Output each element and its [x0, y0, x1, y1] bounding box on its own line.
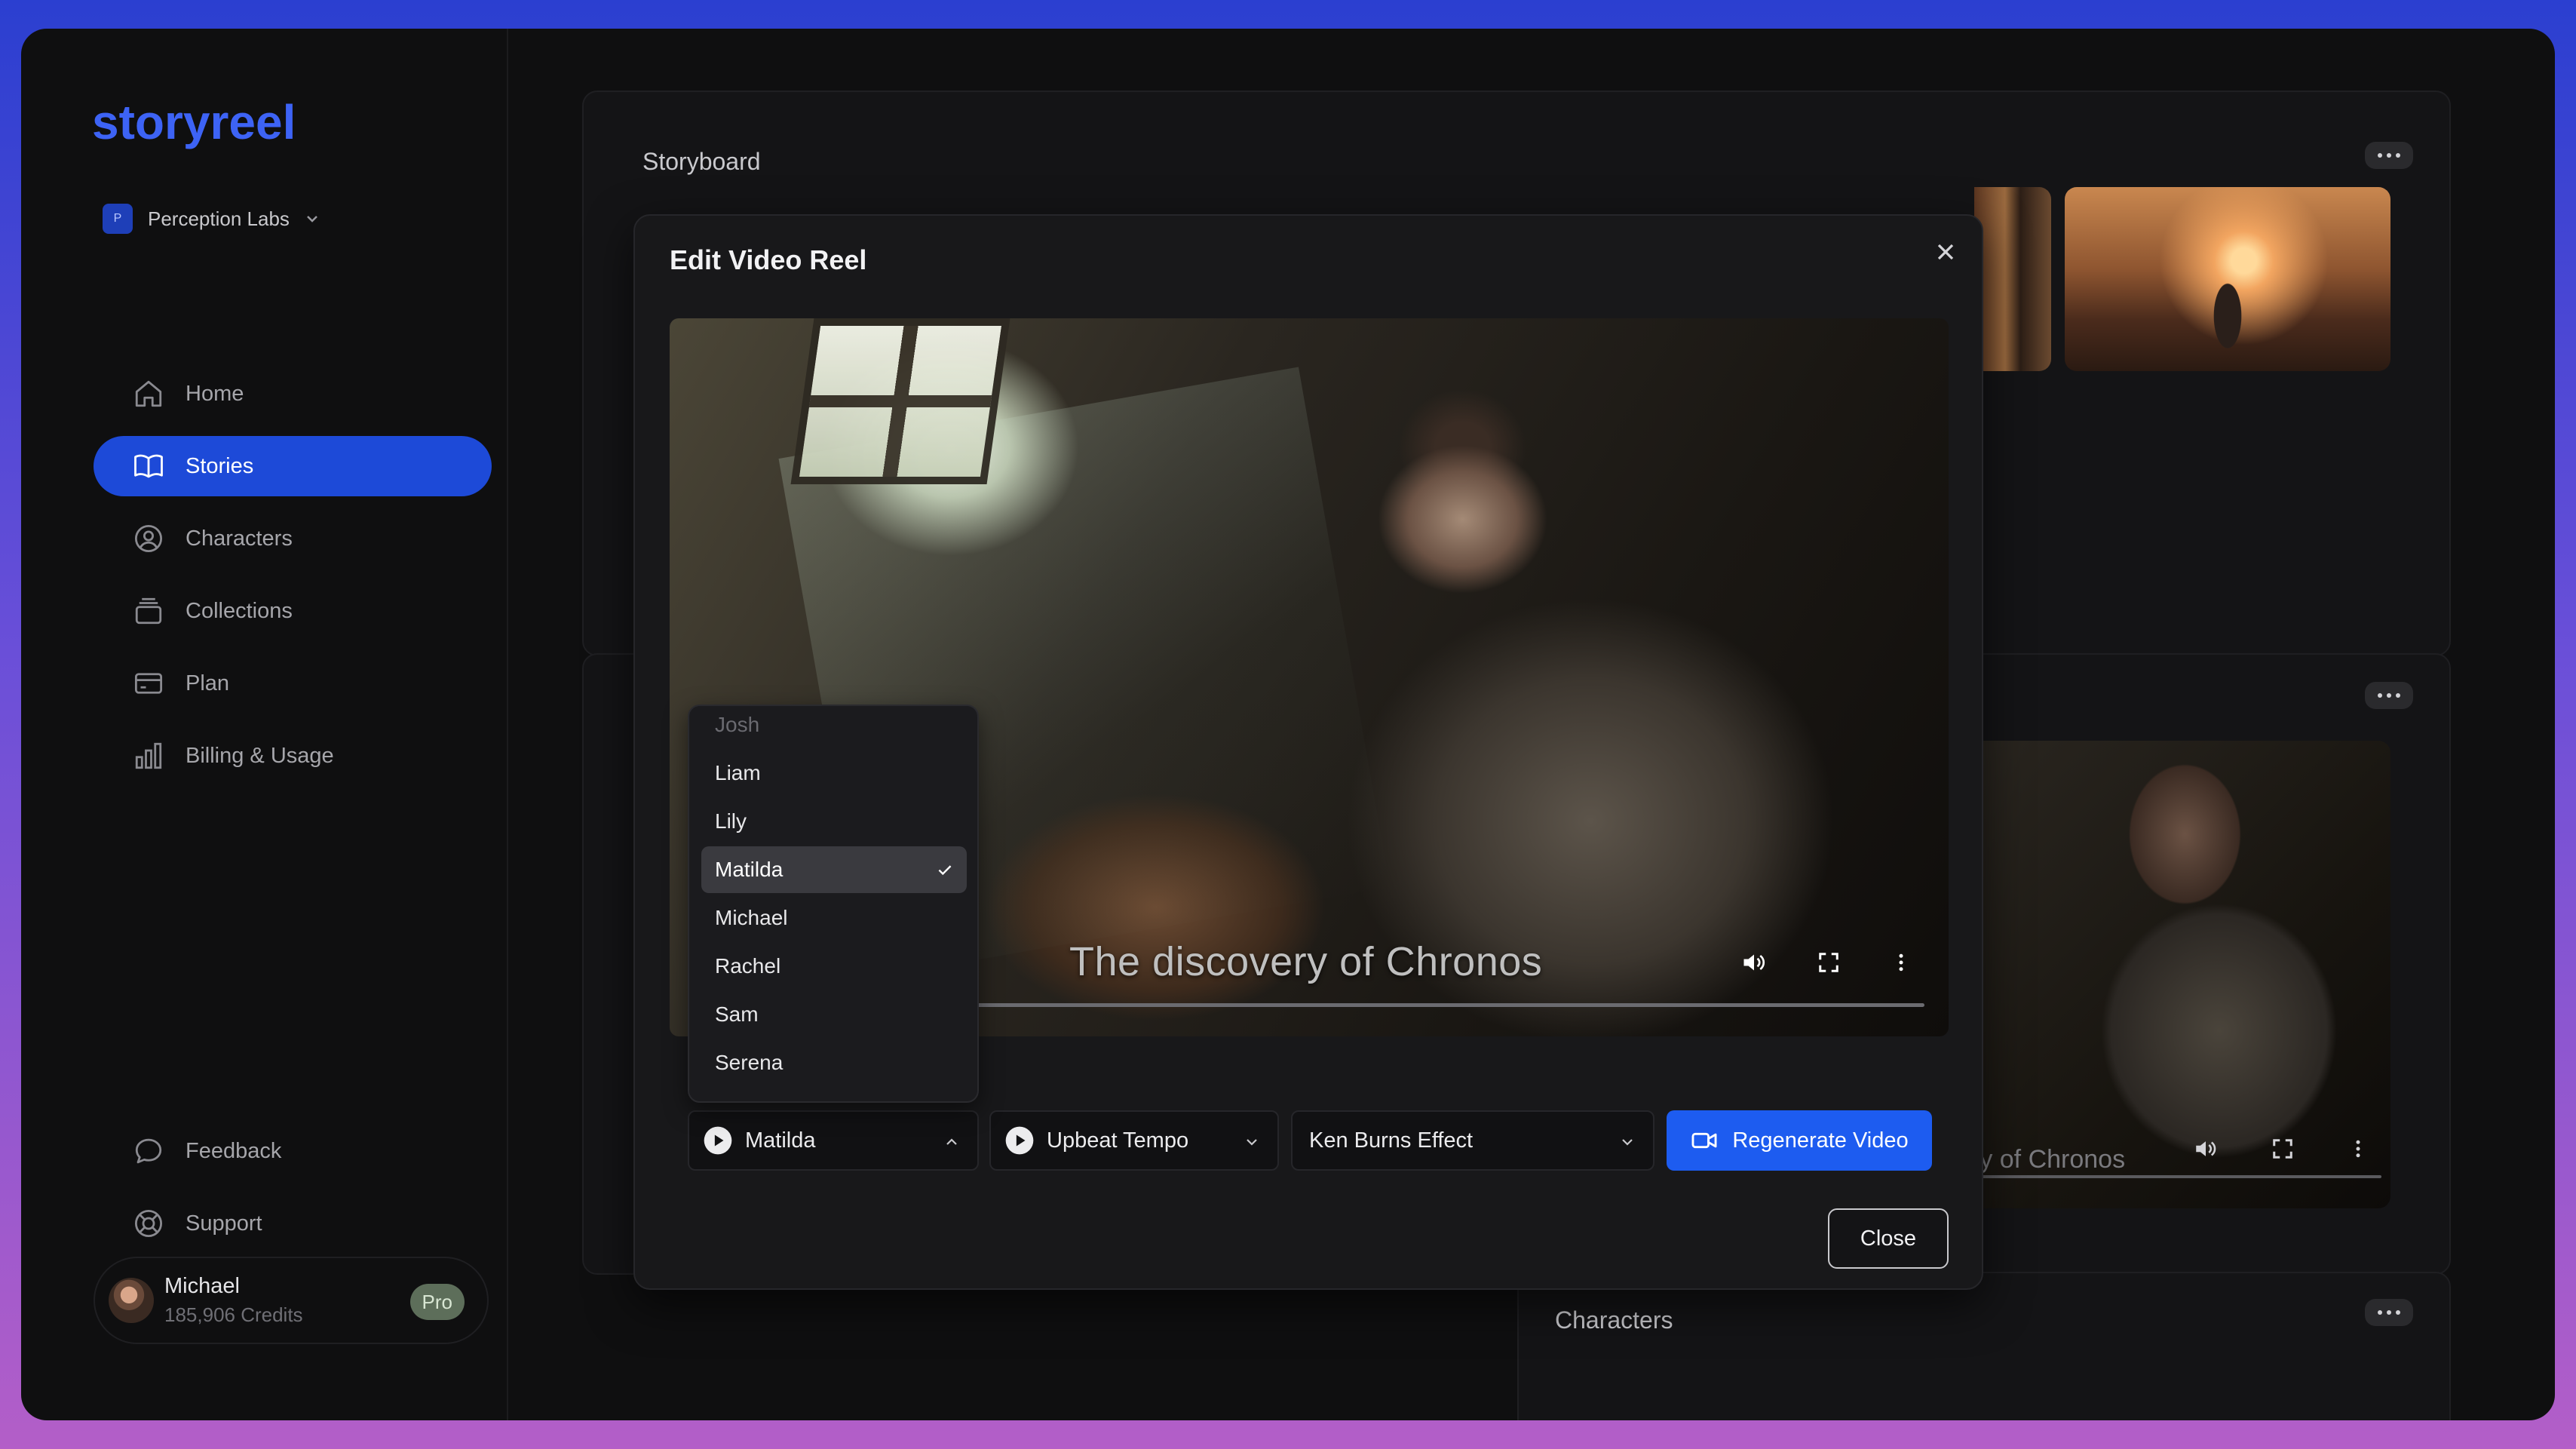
regenerate-video-button[interactable]: Regenerate Video	[1667, 1110, 1932, 1171]
background-video-progress[interactable]	[1962, 1175, 2381, 1178]
dot	[2387, 153, 2391, 158]
voice-option-label: Matilda	[715, 858, 784, 881]
volume-icon[interactable]	[1740, 949, 1768, 976]
panel-title: Characters	[1555, 1306, 1673, 1334]
dot	[2378, 1310, 2382, 1315]
volume-icon[interactable]	[2193, 1136, 2219, 1162]
sidebar-item-home[interactable]: Home	[94, 364, 492, 424]
app-window: storyreel P Perception Labs Home Stories…	[21, 29, 2555, 1420]
sidebar-item-label: Collections	[186, 598, 293, 623]
video-caption: The discovery of Chronos	[1069, 939, 1543, 984]
close-icon[interactable]	[1932, 238, 1959, 266]
sidebar-item-label: Billing & Usage	[186, 743, 334, 768]
user-circle-icon	[134, 524, 163, 553]
main-nav: Home Stories Characters Collections Plan…	[94, 364, 492, 798]
storyboard-thumbnail-partial[interactable]	[1974, 187, 2051, 371]
regenerate-label: Regenerate Video	[1732, 1128, 1909, 1153]
check-icon	[938, 865, 952, 876]
sidebar-item-stories[interactable]: Stories	[94, 436, 492, 496]
storyreel-logo[interactable]: storyreel	[92, 95, 326, 152]
home-icon	[135, 380, 162, 407]
book-icon	[134, 454, 163, 478]
more-vertical-icon[interactable]	[1890, 951, 1912, 974]
lifebuoy-icon	[134, 1209, 163, 1238]
stack-icon	[135, 597, 162, 625]
sidebar-item-billing[interactable]: Billing & Usage	[94, 726, 492, 786]
chat-bubble-icon	[135, 1138, 162, 1164]
video-panel-more-button[interactable]	[2365, 682, 2413, 709]
sidebar-item-feedback[interactable]: Feedback	[94, 1121, 492, 1181]
dot	[2378, 153, 2382, 158]
dot	[2396, 1310, 2400, 1315]
music-select[interactable]: Upbeat Tempo	[989, 1110, 1279, 1171]
dot	[2378, 693, 2382, 698]
panel-title: Storyboard	[642, 148, 761, 175]
voice-option-rachel[interactable]: Rachel	[701, 943, 967, 990]
voice-option-matilda[interactable]: Matilda	[701, 846, 967, 893]
video-camera-icon	[1691, 1132, 1717, 1149]
workspace-avatar: P	[103, 204, 133, 234]
fullscreen-icon[interactable]	[1817, 951, 1840, 974]
close-button[interactable]: Close	[1828, 1208, 1949, 1269]
credit-card-icon	[134, 673, 163, 694]
sidebar-item-characters[interactable]: Characters	[94, 508, 492, 569]
workspace-switcher[interactable]: P Perception Labs	[103, 196, 320, 241]
user-name: Michael	[164, 1274, 240, 1298]
sidebar-item-label: Support	[186, 1211, 262, 1236]
voice-dropdown-menu: Josh Liam Lily Matilda Michael Rachel Sa…	[688, 705, 979, 1103]
chevron-up-icon	[946, 1138, 957, 1145]
voice-option-serena[interactable]: Serena	[701, 1039, 967, 1086]
dot	[2396, 153, 2400, 158]
play-circle-icon	[1005, 1126, 1034, 1155]
voice-option-michael[interactable]: Michael	[701, 895, 967, 941]
sidebar-item-label: Plan	[186, 671, 230, 695]
background-video-controls	[2193, 1136, 2369, 1162]
voice-option-liam[interactable]: Liam	[701, 750, 967, 797]
dot	[2387, 693, 2391, 698]
effect-select[interactable]: Ken Burns Effect	[1291, 1110, 1654, 1171]
effect-select-value: Ken Burns Effect	[1309, 1128, 1474, 1153]
workspace-name: Perception Labs	[148, 207, 290, 230]
dot	[2387, 1310, 2391, 1315]
chevron-down-icon	[1622, 1139, 1633, 1146]
user-credits: 185,906 Credits	[164, 1303, 303, 1326]
plan-badge: Pro	[409, 1284, 465, 1320]
user-profile-card[interactable]: Michael 185,906 Credits Pro	[94, 1257, 489, 1344]
voice-option-sam[interactable]: Sam	[701, 991, 967, 1038]
video-progress-bar[interactable]	[968, 1003, 1924, 1007]
chevron-down-icon	[1247, 1139, 1257, 1146]
music-select-value: Upbeat Tempo	[1047, 1128, 1189, 1153]
fullscreen-icon[interactable]	[2271, 1137, 2294, 1160]
voice-select-value: Matilda	[745, 1128, 816, 1153]
user-info: Michael 185,906 Credits	[164, 1274, 303, 1327]
sidebar-item-label: Home	[186, 381, 244, 406]
svg-text:storyreel: storyreel	[92, 95, 296, 149]
secondary-nav: Feedback Support	[94, 1121, 492, 1266]
characters-more-button[interactable]	[2365, 1299, 2413, 1326]
voice-select[interactable]: Matilda	[688, 1110, 979, 1171]
sidebar-item-collections[interactable]: Collections	[94, 581, 492, 641]
logo-wordmark: storyreel	[92, 95, 296, 149]
sidebar: storyreel P Perception Labs Home Stories…	[21, 29, 508, 1420]
dot	[2396, 693, 2400, 698]
storyboard-more-button[interactable]	[2365, 142, 2413, 169]
background-video-caption: ry of Chronos	[1971, 1145, 2126, 1174]
avatar	[109, 1278, 154, 1323]
sidebar-item-plan[interactable]: Plan	[94, 653, 492, 714]
video-frame-window	[790, 318, 1010, 484]
chevron-down-icon	[307, 216, 317, 223]
sidebar-item-support[interactable]: Support	[94, 1193, 492, 1254]
modal-title: Edit Video Reel	[670, 244, 867, 275]
sidebar-item-label: Feedback	[186, 1138, 282, 1163]
sidebar-item-label: Characters	[186, 526, 293, 551]
voice-option-josh[interactable]: Josh	[701, 706, 967, 748]
storyboard-thumbnail-sunset[interactable]	[2065, 187, 2390, 371]
more-vertical-icon[interactable]	[2347, 1137, 2369, 1160]
video-controls	[1740, 949, 1912, 976]
bar-chart-icon	[135, 742, 162, 769]
play-circle-icon	[704, 1126, 732, 1155]
sidebar-item-label: Stories	[186, 453, 254, 478]
voice-option-lily[interactable]: Lily	[701, 798, 967, 845]
characters-panel: Characters	[1517, 1272, 2451, 1420]
